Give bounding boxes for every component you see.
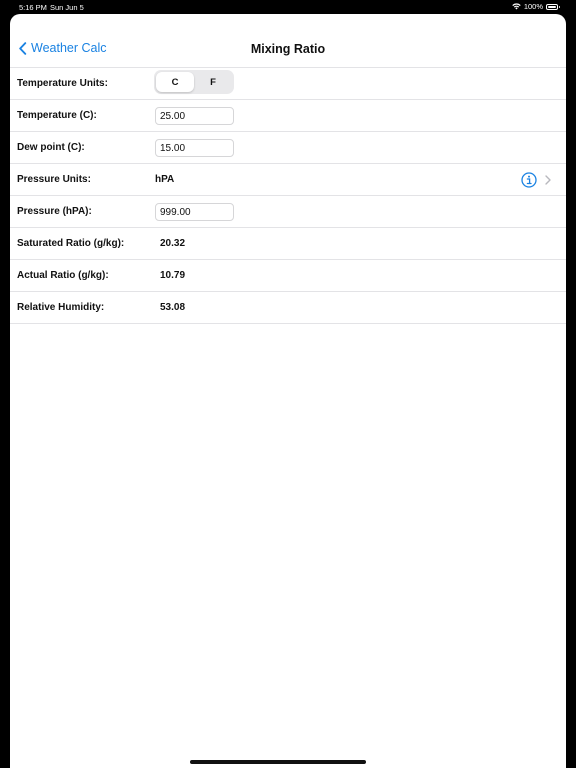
segment-fahrenheit[interactable]: F xyxy=(194,72,232,92)
saturated-ratio-value: 20.32 xyxy=(160,238,186,249)
pressure-units-label: Pressure Units: xyxy=(17,174,91,185)
pressure-units-row[interactable]: Pressure Units: hPA xyxy=(10,164,566,196)
pressure-input[interactable] xyxy=(155,203,234,221)
pressure-units-value: hPA xyxy=(155,174,175,185)
dew-point-row: Dew point (C): xyxy=(10,132,566,164)
temperature-units-row: Temperature Units: C F xyxy=(10,68,566,100)
actual-ratio-value: 10.79 xyxy=(160,270,186,281)
status-bar: 5:16 PM Sun Jun 5 100% xyxy=(0,0,576,14)
temperature-label: Temperature (C): xyxy=(17,110,97,121)
saturated-ratio-label: Saturated Ratio (g/kg): xyxy=(17,238,125,249)
pressure-row: Pressure (hPA): xyxy=(10,196,566,228)
battery-icon xyxy=(546,3,560,10)
chevron-right-icon xyxy=(545,175,551,185)
temperature-input[interactable] xyxy=(155,107,234,125)
pressure-label: Pressure (hPA): xyxy=(17,206,92,217)
dew-point-input[interactable] xyxy=(155,139,234,157)
saturated-ratio-row: Saturated Ratio (g/kg): 20.32 xyxy=(10,228,566,260)
temperature-units-segmented-control[interactable]: C F xyxy=(154,70,234,94)
actual-ratio-label: Actual Ratio (g/kg): xyxy=(17,270,109,281)
status-indicators: 100% xyxy=(512,2,560,11)
temperature-units-label: Temperature Units: xyxy=(17,78,108,89)
relative-humidity-label: Relative Humidity: xyxy=(17,302,105,313)
home-indicator[interactable] xyxy=(190,760,366,764)
wifi-icon xyxy=(512,3,521,10)
page-title: Mixing Ratio xyxy=(250,42,326,56)
segment-celsius[interactable]: C xyxy=(156,72,194,92)
status-date: Sun Jun 5 xyxy=(50,3,84,12)
info-icon[interactable] xyxy=(521,172,537,188)
status-time: 5:16 PM xyxy=(19,3,47,12)
dew-point-label: Dew point (C): xyxy=(17,142,85,153)
relative-humidity-row: Relative Humidity: 53.08 xyxy=(10,292,566,324)
navigation-bar: Weather Calc Mixing Ratio xyxy=(10,14,566,68)
temperature-row: Temperature (C): xyxy=(10,100,566,132)
actual-ratio-row: Actual Ratio (g/kg): 10.79 xyxy=(10,260,566,292)
relative-humidity-value: 53.08 xyxy=(160,302,186,313)
battery-percent: 100% xyxy=(523,2,543,11)
modal-sheet: Weather Calc Mixing Ratio Temperature Un… xyxy=(10,14,566,768)
